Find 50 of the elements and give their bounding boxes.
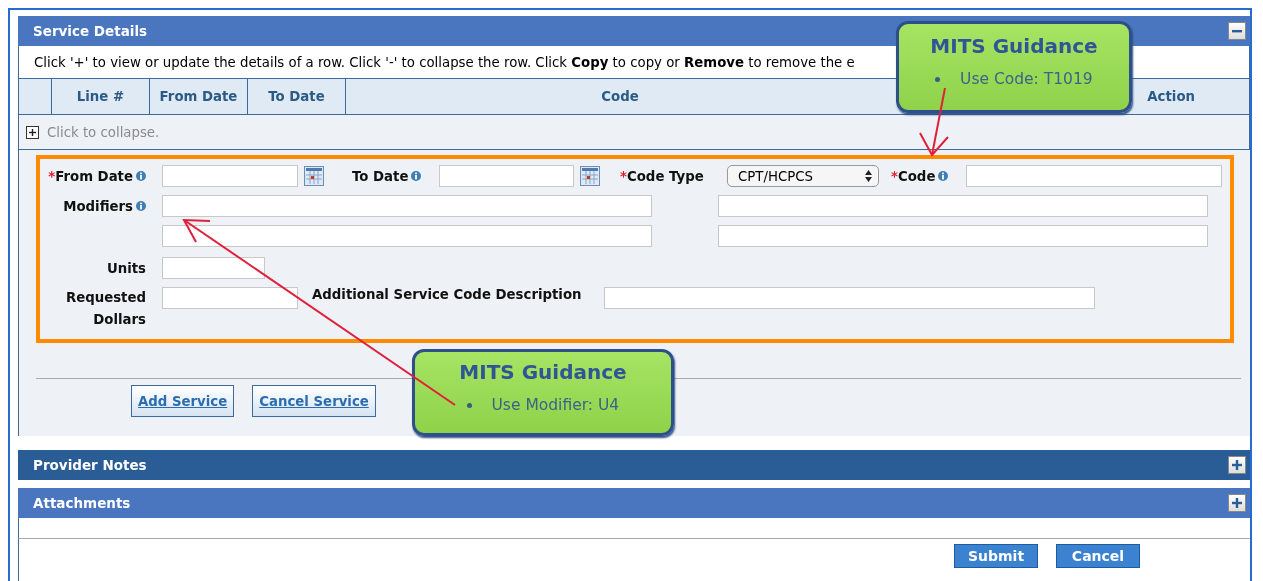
date-input[interactable] bbox=[439, 165, 574, 187]
field-label: Requested Dollars bbox=[64, 289, 146, 329]
info-icon[interactable] bbox=[938, 171, 949, 181]
service-button[interactable]: Cancel Service bbox=[252, 385, 376, 417]
section-header[interactable]: Provider Notes bbox=[18, 450, 1250, 480]
field-label: *Code Type bbox=[620, 168, 705, 184]
field-label: To Date bbox=[352, 168, 409, 184]
footer-button[interactable]: Submit bbox=[954, 544, 1038, 568]
modifier-input[interactable] bbox=[718, 225, 1208, 247]
field-label: *Code bbox=[891, 168, 936, 184]
collapse-hint: Click to collapse. bbox=[47, 124, 160, 140]
leader-arrow bbox=[919, 87, 949, 157]
callout-title: MITS Guidance bbox=[930, 34, 1098, 58]
modifier-input[interactable] bbox=[162, 195, 652, 217]
section-title: Service Details bbox=[33, 23, 148, 39]
info-icon[interactable] bbox=[136, 171, 146, 181]
bullet-icon bbox=[935, 76, 941, 82]
field-label: Additional Service Code Description bbox=[312, 287, 583, 302]
table-header-cell: To Date bbox=[248, 79, 346, 114]
modifier-input[interactable] bbox=[162, 225, 652, 247]
info-icon[interactable] bbox=[136, 201, 146, 211]
callout-text: Use Modifier: U4 bbox=[466, 396, 620, 414]
dollars-input[interactable] bbox=[162, 287, 298, 309]
code-input[interactable] bbox=[966, 165, 1222, 187]
field-label: *From Date bbox=[48, 168, 133, 184]
table-header-cell-text: Action bbox=[1146, 88, 1196, 106]
callout-text: Use Code: T1019 bbox=[935, 70, 1093, 88]
footer-button[interactable]: Cancel bbox=[1056, 544, 1140, 568]
updown-icon[interactable] bbox=[865, 170, 872, 182]
callout-title: MITS Guidance bbox=[459, 360, 627, 384]
code-type-select[interactable]: CPT/HCPCS bbox=[727, 165, 879, 187]
table-header-cell: From Date bbox=[150, 79, 248, 114]
calendar-icon[interactable] bbox=[304, 166, 324, 186]
units-input[interactable] bbox=[162, 257, 265, 279]
bullet-icon bbox=[466, 402, 472, 408]
modifier-input[interactable] bbox=[718, 195, 1208, 217]
section-title: Provider Notes bbox=[33, 457, 147, 473]
description-input[interactable] bbox=[604, 287, 1095, 309]
field-label: Modifiers bbox=[63, 198, 133, 214]
instruction-text: Click '+' to view or update the details of a row. Click '-' to collapse the row. Click Copy to copy or Remove to remove the e bbox=[34, 54, 855, 70]
info-icon[interactable] bbox=[411, 171, 422, 181]
service-button[interactable]: Add Service bbox=[131, 385, 235, 417]
table-header-cell: Line # bbox=[52, 79, 150, 114]
field-label: Units bbox=[105, 260, 146, 276]
calendar-icon[interactable] bbox=[580, 166, 600, 186]
expand-icon[interactable] bbox=[26, 125, 39, 139]
date-input[interactable] bbox=[162, 165, 298, 187]
table-header-cell-text: Code bbox=[600, 88, 640, 106]
section-title: Attachments bbox=[33, 495, 131, 511]
section-header[interactable]: Attachments bbox=[18, 488, 1250, 518]
